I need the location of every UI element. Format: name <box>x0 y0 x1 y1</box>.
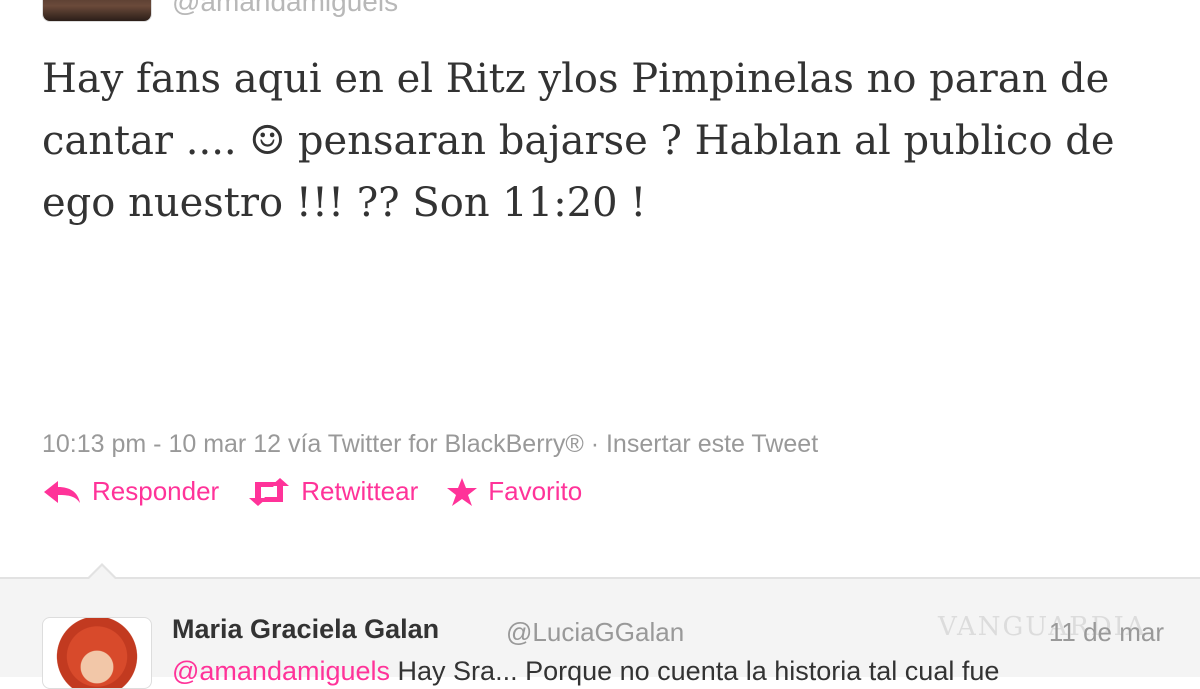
retweet-button[interactable]: Retwittear <box>247 476 418 507</box>
reply-button[interactable]: Responder <box>42 476 219 507</box>
reply-arrow-icon <box>44 480 80 503</box>
favorite-button[interactable]: Favorito <box>446 476 582 507</box>
reply-mention-link[interactable]: @amandamiguels <box>172 656 390 686</box>
tweet-actions: Responder Retwittear Favorito <box>42 476 582 507</box>
author-handle[interactable]: @amandamiguels <box>172 0 398 18</box>
reply-author-avatar[interactable] <box>42 617 152 689</box>
tweet-meta[interactable]: 10:13 pm - 10 mar 12 vía Twitter for Bla… <box>42 430 818 459</box>
author-avatar[interactable] <box>42 0 152 22</box>
reply-label: Responder <box>92 476 220 506</box>
reply-author-name[interactable]: Maria Graciela Galan <box>172 614 439 645</box>
reply-panel-notch-inner <box>88 566 116 580</box>
tweet-text: Hay fans aqui en el Ritz ylos Pimpinelas… <box>42 56 1115 226</box>
reply-author-handle[interactable]: @LuciaGGalan <box>506 617 684 648</box>
retweet-label: Retwittear <box>301 476 419 506</box>
reply-body: Hay Sra... Porque no cuenta la historia … <box>390 656 1000 686</box>
favorite-label: Favorito <box>488 476 583 506</box>
reply-text: @amandamiguels Hay Sra... Porque no cuen… <box>172 656 999 687</box>
reply-date[interactable]: 11 de mar <box>1049 617 1164 648</box>
star-icon <box>447 477 478 506</box>
retweet-icon <box>249 477 290 506</box>
